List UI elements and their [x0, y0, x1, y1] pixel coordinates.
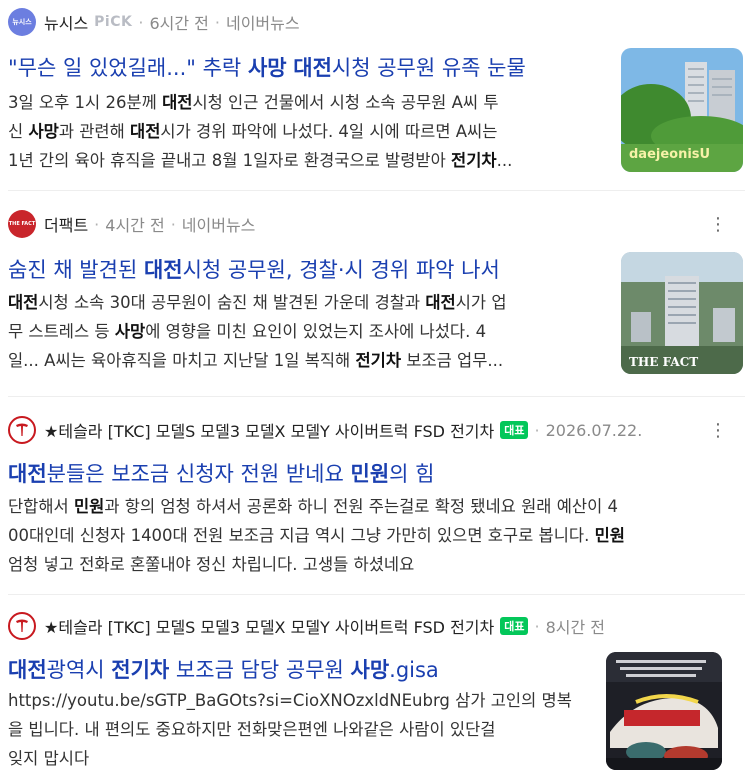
divider [8, 190, 745, 191]
cafe-name[interactable]: ★테슬라 [TKC] 모델S 모델3 모델X 모델Y 사이버트럭 FSD 전기차 [44, 614, 494, 638]
search-result-2: THE FACT 더팩트 · 4시간 전 · 네이버뉴스 ⋮ 숨진 채 발견된 … [0, 196, 753, 396]
cafe-name[interactable]: ★테슬라 [TKC] 모델S 모델3 모델X 모델Y 사이버트럭 FSD 전기차 [44, 418, 494, 442]
result-title[interactable]: 대전분들은 보조금 신청자 전원 받네요 민원의 힘 [8, 458, 434, 488]
source-name[interactable]: 더팩트 [44, 212, 88, 236]
result-snippet: 단합해서 민원과 항의 엄청 하셔서 공론화 하니 전원 주는걸로 확정 됐네요… [8, 497, 625, 574]
result-title[interactable]: "무슨 일 있었길래..." 추락 사망 대전시청 공무원 유족 눈물 [8, 52, 526, 82]
timestamp: 2026.07.22. [545, 420, 643, 440]
result-thumbnail[interactable] [606, 652, 722, 770]
tesla-logo[interactable] [8, 416, 36, 444]
result-snippet: 3일 오후 1시 26분께 대전시청 인근 건물에서 시청 소속 공무원 A씨 … [8, 93, 513, 170]
divider [8, 594, 745, 595]
search-result-1: 뉴시스 뉴시스 PiCK · 6시간 전 · 네이버뉴스 "무슨 일 있었길래.… [0, 0, 753, 190]
thefact-logo[interactable]: THE FACT [8, 210, 36, 238]
svg-text:daejeonisU: daejeonisU [629, 147, 710, 162]
result-meta: ★테슬라 [TKC] 모델S 모델3 모델X 모델Y 사이버트럭 FSD 전기차… [8, 612, 605, 640]
result-snippet: 대전시청 소속 30대 공무원이 숨진 채 발견된 가운데 경찰과 대전시가 업… [8, 293, 507, 370]
source-name[interactable]: 뉴시스 [44, 10, 88, 34]
platform-label[interactable]: 네이버뉴스 [182, 212, 256, 236]
result-meta: ★테슬라 [TKC] 모델S 모델3 모델X 모델Y 사이버트럭 FSD 전기차… [8, 416, 642, 444]
result-snippet: https://youtu.be/sGTP_BaGOts?si=CioXNOzx… [8, 691, 572, 768]
more-options-icon[interactable]: ⋮ [709, 216, 727, 234]
tesla-logo[interactable] [8, 612, 36, 640]
search-result-4: ★테슬라 [TKC] 모델S 모델3 모델X 모델Y 사이버트럭 FSD 전기차… [0, 598, 753, 779]
svg-text:THE FACT: THE FACT [629, 355, 698, 369]
platform-label[interactable]: 네이버뉴스 [226, 10, 300, 34]
result-meta: THE FACT 더팩트 · 4시간 전 · 네이버뉴스 [8, 210, 255, 238]
result-thumbnail[interactable]: daejeonisU [621, 48, 743, 172]
newsis-logo[interactable]: 뉴시스 [8, 8, 36, 36]
search-result-3: ★테슬라 [TKC] 모델S 모델3 모델X 모델Y 사이버트럭 FSD 전기차… [0, 400, 753, 600]
timestamp: 6시간 전 [149, 14, 209, 33]
representative-badge: 대표 [500, 421, 529, 439]
result-thumbnail[interactable]: THE FACT [621, 252, 743, 374]
timestamp: 8시간 전 [545, 618, 606, 637]
result-meta: 뉴시스 뉴시스 PiCK · 6시간 전 · 네이버뉴스 [8, 8, 300, 36]
divider [8, 396, 745, 397]
result-title[interactable]: 숨진 채 발견된 대전시청 공무원, 경찰·시 경위 파악 나서 [8, 254, 500, 284]
representative-badge: 대표 [500, 617, 529, 635]
more-options-icon[interactable]: ⋮ [709, 422, 727, 440]
result-title[interactable]: 대전광역시 전기차 보조금 담당 공무원 사망.gisa [8, 654, 439, 684]
timestamp: 4시간 전 [105, 216, 165, 235]
pick-badge: PiCK [94, 14, 133, 30]
